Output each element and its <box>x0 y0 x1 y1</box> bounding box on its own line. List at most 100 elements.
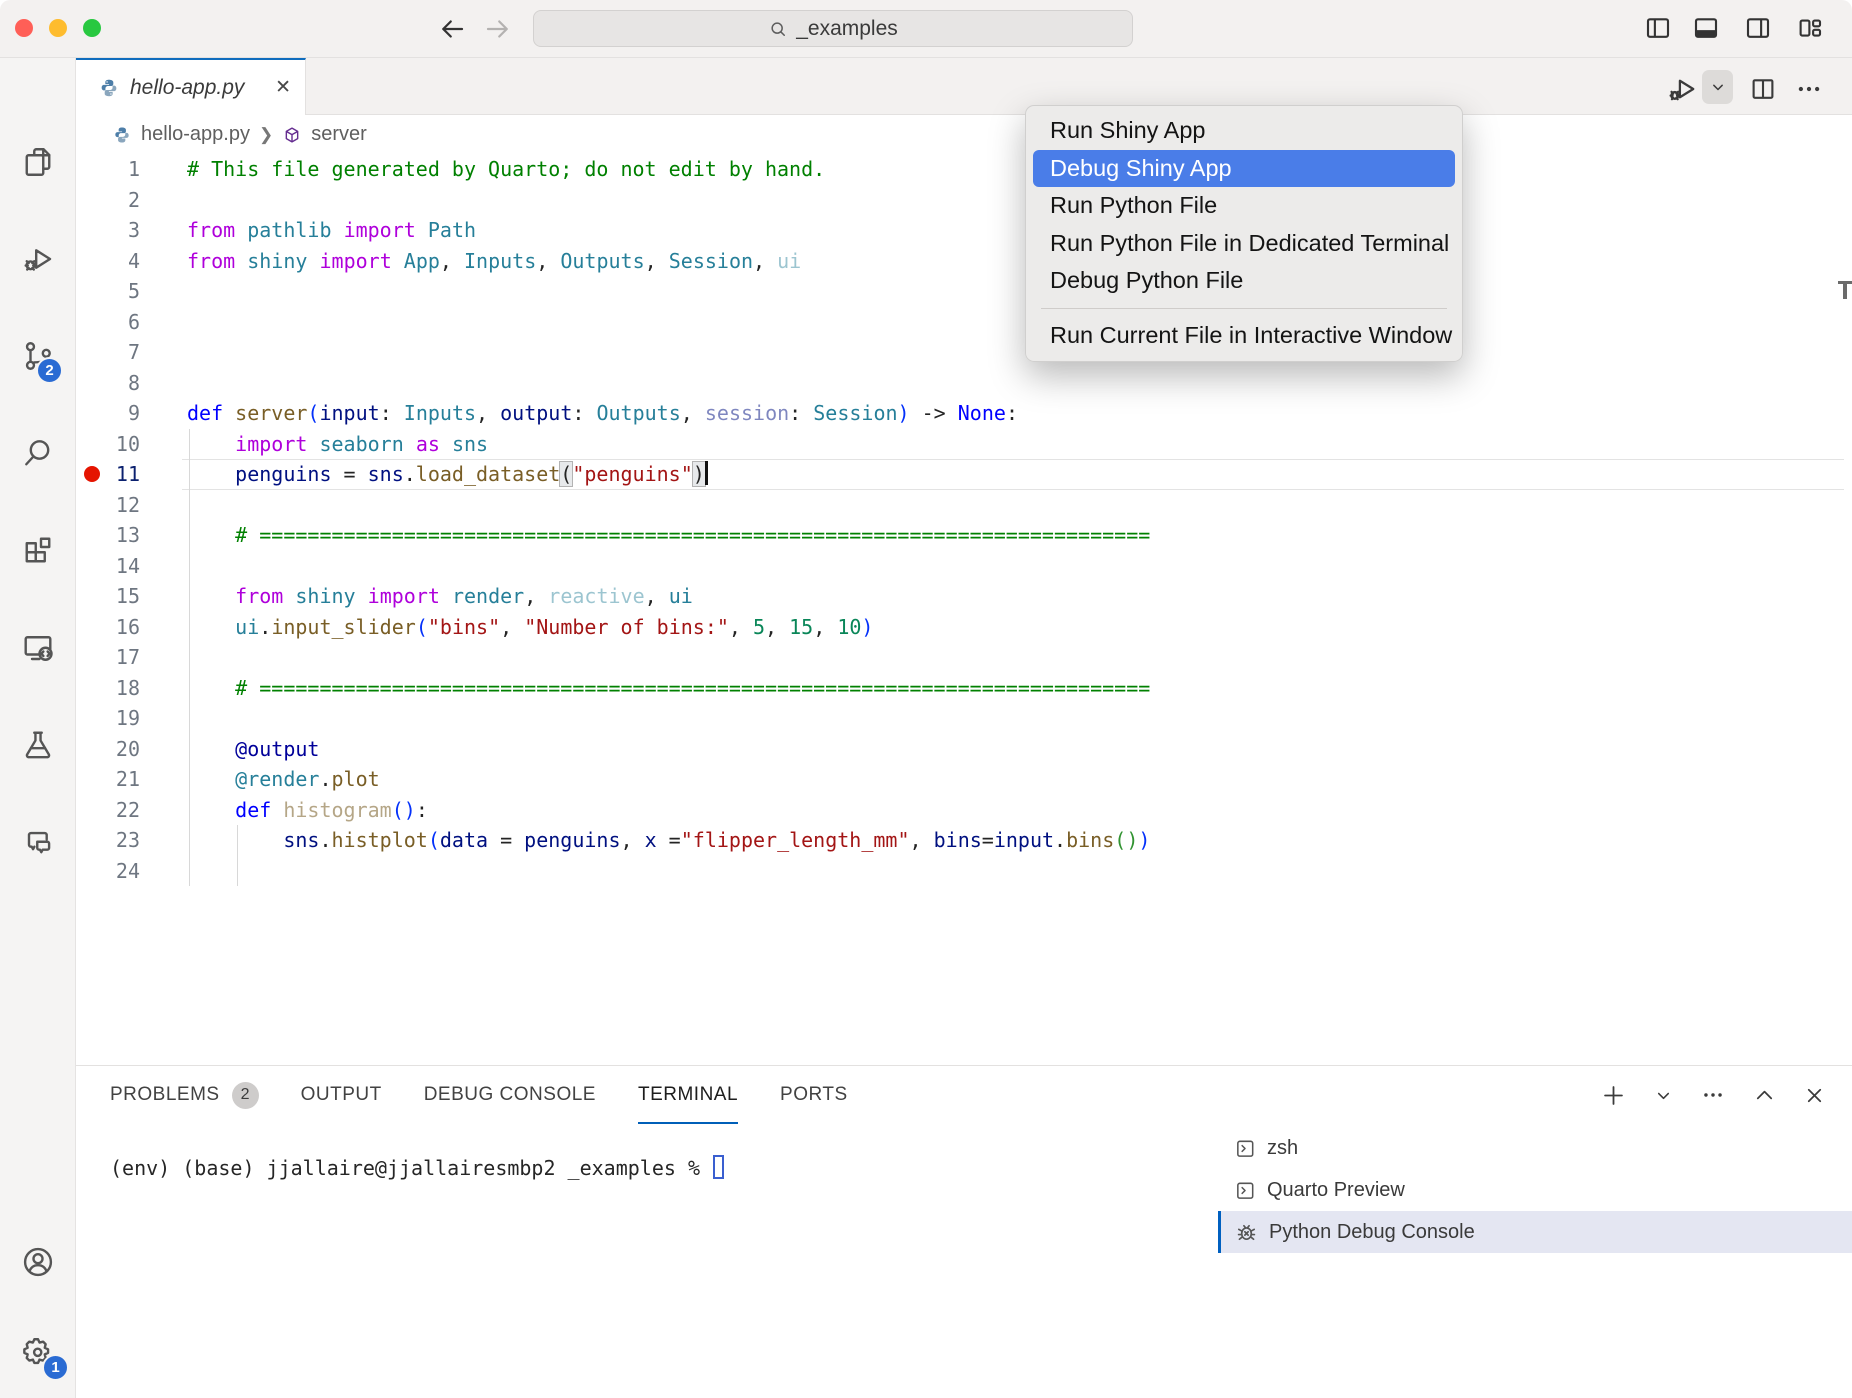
code-line[interactable]: 11 penguins = sns.load_dataset("penguins… <box>76 459 1852 490</box>
code-line[interactable]: 10 import seaborn as sns <box>76 429 1852 460</box>
remote-explorer-icon[interactable] <box>20 629 56 665</box>
tab-hello-app-py[interactable]: hello-app.py ✕ <box>76 58 306 115</box>
close-panel-icon[interactable] <box>1803 1084 1826 1107</box>
line-number: 17 <box>76 642 140 673</box>
line-number: 8 <box>76 368 140 399</box>
extensions-icon[interactable] <box>20 532 56 568</box>
line-number: 6 <box>76 307 140 338</box>
maximize-panel-icon[interactable] <box>1753 1084 1776 1107</box>
menu-item-debug-python-file[interactable]: Debug Python File <box>1026 262 1462 300</box>
code-line[interactable]: 7 <box>76 337 1852 368</box>
terminal-list-item-zsh[interactable]: zsh <box>1218 1127 1852 1169</box>
code-line[interactable]: 17 <box>76 642 1852 673</box>
close-window-button[interactable] <box>15 19 33 37</box>
terminal-list-item-quarto-preview[interactable]: Quarto Preview <box>1218 1169 1852 1211</box>
line-number: 3 <box>76 215 140 246</box>
code-line[interactable]: 5 <box>76 276 1852 307</box>
panel-tab-label: TERMINAL <box>638 1084 738 1106</box>
terminal-list-item-python-debug-console[interactable]: Python Debug Console <box>1218 1211 1852 1253</box>
split-editor-icon[interactable] <box>1748 74 1778 104</box>
code-line[interactable]: 4from shiny import App, Inputs, Outputs,… <box>76 246 1852 277</box>
code-line[interactable]: 2 <box>76 185 1852 216</box>
code-line[interactable]: 8 <box>76 368 1852 399</box>
line-number: 16 <box>76 612 140 643</box>
titlebar: _examples <box>0 0 1852 58</box>
run-dropdown-button[interactable] <box>1702 70 1733 104</box>
settings-badge: 1 <box>42 1354 69 1381</box>
terminal-list-label: Quarto Preview <box>1267 1179 1405 1202</box>
panel-tab-terminal[interactable]: TERMINAL <box>638 1066 738 1124</box>
minimize-window-button[interactable] <box>49 19 67 37</box>
search-text: _examples <box>796 17 898 41</box>
toggle-panel-icon[interactable] <box>1691 13 1721 43</box>
python-file-icon <box>98 77 120 99</box>
customize-layout-icon[interactable] <box>1795 13 1825 43</box>
run-debug-file-button[interactable] <box>1664 71 1700 107</box>
run-debug-icon[interactable] <box>20 241 56 277</box>
panel-tabs: PROBLEMS2 OUTPUT DEBUG CONSOLE TERMINAL PORT… <box>110 1066 848 1124</box>
code-line[interactable]: 3from pathlib import Path <box>76 215 1852 246</box>
code-line[interactable]: 16 ui.input_slider("bins", "Number of bi… <box>76 612 1852 643</box>
code-line[interactable]: 14 <box>76 551 1852 582</box>
code-line[interactable]: 15 from shiny import render, reactive, u… <box>76 581 1852 612</box>
breadcrumb-symbol[interactable]: server <box>311 123 367 146</box>
code-line[interactable]: 1# This file generated by Quarto; do not… <box>76 154 1852 185</box>
menu-item-debug-shiny-app[interactable]: Debug Shiny App <box>1033 150 1455 188</box>
code-line[interactable]: 20 @output <box>76 734 1852 765</box>
code-line[interactable]: 18 # ===================================… <box>76 673 1852 704</box>
search-icon <box>768 19 788 39</box>
panel-tab-ports[interactable]: PORTS <box>780 1066 848 1124</box>
run-dropdown-menu: Run Shiny AppDebug Shiny AppRun Python F… <box>1025 105 1463 362</box>
toggle-primary-sidebar-icon[interactable] <box>1643 13 1673 43</box>
symbol-method-icon <box>282 125 302 145</box>
chevron-down-icon <box>1708 77 1728 97</box>
back-arrow-button[interactable] <box>437 14 467 44</box>
forward-arrow-button[interactable] <box>483 14 513 44</box>
testing-icon[interactable] <box>20 726 56 762</box>
code-line[interactable]: 12 <box>76 490 1852 521</box>
debug-console-icon <box>1234 1220 1259 1245</box>
code-line[interactable]: 24 <box>76 856 1852 887</box>
zoom-window-button[interactable] <box>83 19 101 37</box>
code-line[interactable]: 19 <box>76 703 1852 734</box>
explorer-icon[interactable] <box>20 144 56 180</box>
panel-tab-problems[interactable]: PROBLEMS2 <box>110 1066 259 1124</box>
command-center-search[interactable]: _examples <box>533 10 1133 47</box>
search-sidebar-icon[interactable] <box>20 435 56 471</box>
panel-tab-debug-console[interactable]: DEBUG CONSOLE <box>424 1066 596 1124</box>
terminal-cursor <box>713 1155 724 1179</box>
menu-item-run-current-file-in-interactive-window[interactable]: Run Current File in Interactive Window <box>1026 317 1462 355</box>
line-number: 10 <box>76 429 140 460</box>
account-icon[interactable] <box>20 1244 56 1280</box>
editor: hello-app.py ❯ server 1# This file gener… <box>76 115 1852 1065</box>
tab-close-icon[interactable]: ✕ <box>275 76 291 99</box>
terminal-output[interactable]: (env) (base) jjallaire@jjallairesmbp2 _e… <box>110 1155 724 1180</box>
menu-item-run-shiny-app[interactable]: Run Shiny App <box>1026 112 1462 150</box>
line-number: 11 <box>76 459 140 490</box>
code-line[interactable]: 13 # ===================================… <box>76 520 1852 551</box>
line-number: 19 <box>76 703 140 734</box>
line-number: 20 <box>76 734 140 765</box>
code-line[interactable]: 23 sns.histplot(data = penguins, x ="fli… <box>76 825 1852 856</box>
code-line[interactable]: 9def server(input: Inputs, output: Outpu… <box>76 398 1852 429</box>
code-line[interactable]: 21 @render.plot <box>76 764 1852 795</box>
panel-tab-output[interactable]: OUTPUT <box>301 1066 382 1124</box>
panel-more-actions-icon[interactable] <box>1700 1082 1726 1108</box>
breadcrumb-file[interactable]: hello-app.py <box>141 123 250 146</box>
terminal-list-label: zsh <box>1267 1137 1298 1160</box>
menu-item-run-python-file[interactable]: Run Python File <box>1026 187 1462 225</box>
line-number: 24 <box>76 856 140 887</box>
terminal-list-label: Python Debug Console <box>1269 1221 1475 1244</box>
breadcrumb[interactable]: hello-app.py ❯ server <box>76 115 1852 154</box>
line-number: 14 <box>76 551 140 582</box>
new-terminal-icon[interactable] <box>1600 1082 1627 1109</box>
editor-more-actions-icon[interactable] <box>1794 74 1824 104</box>
line-number: 1 <box>76 154 140 185</box>
toggle-secondary-sidebar-icon[interactable] <box>1743 13 1773 43</box>
code-line[interactable]: 6 <box>76 307 1852 338</box>
menu-item-run-python-file-in-dedicated-terminal[interactable]: Run Python File in Dedicated Terminal <box>1026 225 1462 263</box>
code-line[interactable]: 22 def histogram(): <box>76 795 1852 826</box>
comments-icon[interactable] <box>20 823 56 859</box>
terminal-profile-chevron-icon[interactable] <box>1654 1086 1673 1105</box>
line-number: 21 <box>76 764 140 795</box>
